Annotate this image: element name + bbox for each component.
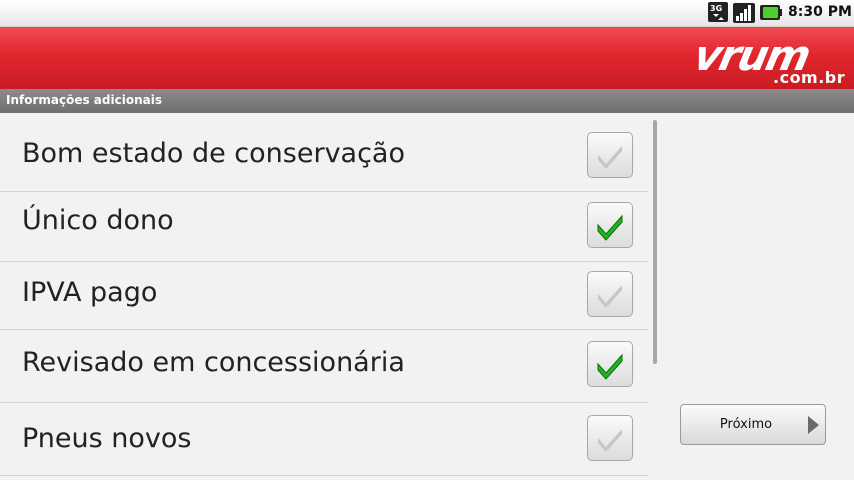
next-button-label: Próximo xyxy=(719,417,773,432)
option-checkbox[interactable] xyxy=(587,132,633,178)
section-header: Informações adicionais xyxy=(0,89,854,113)
divider xyxy=(0,475,648,476)
3g-icon: 3G xyxy=(708,2,728,22)
option-label: Pneus novos xyxy=(22,423,192,454)
check-icon xyxy=(597,214,623,241)
check-icon xyxy=(597,353,623,380)
option-label: Bom estado de conservação xyxy=(22,138,405,169)
list-item[interactable]: IPVA pago xyxy=(0,262,648,329)
option-checkbox[interactable] xyxy=(587,202,633,248)
option-label: Único dono xyxy=(22,205,174,236)
clock: 8:30 PM xyxy=(788,4,852,20)
list-item[interactable]: Bom estado de conservação xyxy=(0,113,648,191)
logo-domain: .com.br xyxy=(773,68,846,87)
options-list: Bom estado de conservação Único dono IPV… xyxy=(0,113,648,480)
battery-icon xyxy=(760,5,782,20)
scrollbar[interactable] xyxy=(653,120,657,364)
option-checkbox[interactable] xyxy=(587,271,633,317)
check-icon xyxy=(598,146,622,169)
option-label: IPVA pago xyxy=(22,277,158,308)
arrow-right-icon xyxy=(808,416,819,434)
next-button[interactable]: Próximo xyxy=(680,404,826,445)
option-label: Revisado em concessionária xyxy=(22,347,405,378)
svg-text:3G: 3G xyxy=(710,4,722,13)
list-item[interactable]: Revisado em concessionária xyxy=(0,330,648,402)
list-item[interactable]: Pneus novos xyxy=(0,403,648,475)
list-item[interactable]: Único dono xyxy=(0,192,648,261)
option-checkbox[interactable] xyxy=(587,415,633,461)
check-icon xyxy=(598,429,622,452)
check-icon xyxy=(598,285,622,308)
status-bar: 3G 8:30 PM xyxy=(0,0,854,27)
app-header: vrum .com.br xyxy=(0,27,854,89)
option-checkbox[interactable] xyxy=(587,341,633,387)
section-title: Informações adicionais xyxy=(6,93,162,107)
signal-icon xyxy=(733,3,755,23)
